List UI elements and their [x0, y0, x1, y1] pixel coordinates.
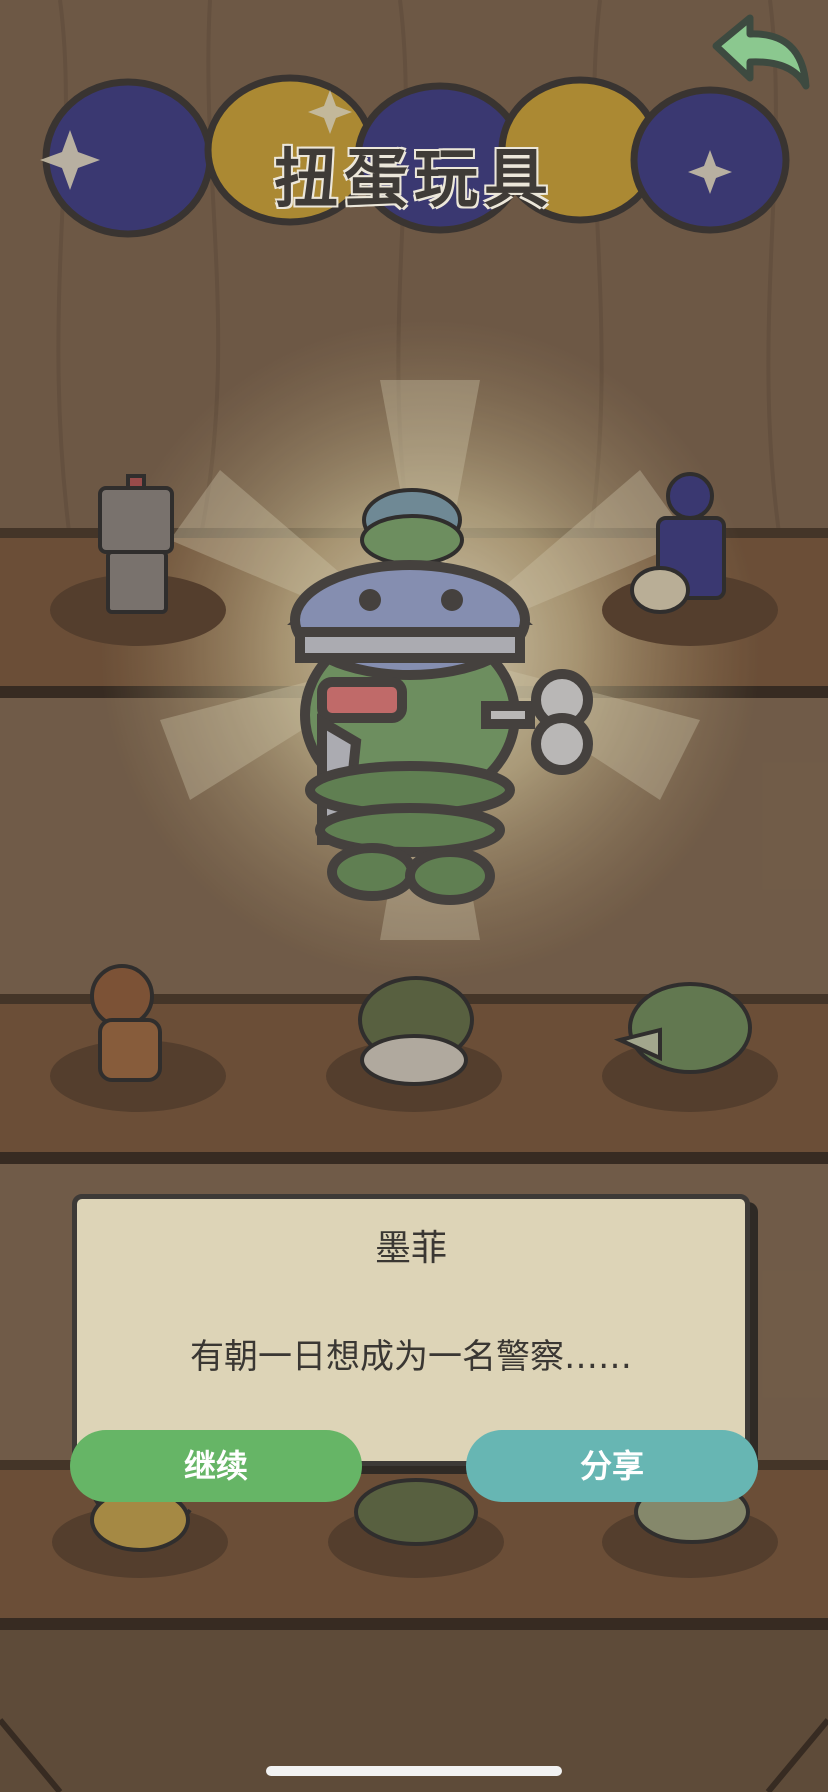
back-arrow-icon: [712, 14, 810, 90]
game-scene: [0, 0, 828, 1792]
toy-name: 墨菲: [374, 1228, 447, 1269]
toy-info-dialog: 墨菲 有朝一日想成为一名警察……: [72, 1194, 750, 1466]
share-button[interactable]: 分享: [466, 1430, 758, 1502]
green-dome-robot-icon[interactable]: [360, 488, 464, 566]
home-indicator[interactable]: [266, 1766, 562, 1776]
back-button[interactable]: [706, 12, 816, 102]
continue-button[interactable]: 继续: [70, 1430, 362, 1502]
page-title: 扭蛋玩具: [274, 143, 554, 217]
toy-description: 有朝一日想成为一名警察……: [190, 1337, 632, 1377]
